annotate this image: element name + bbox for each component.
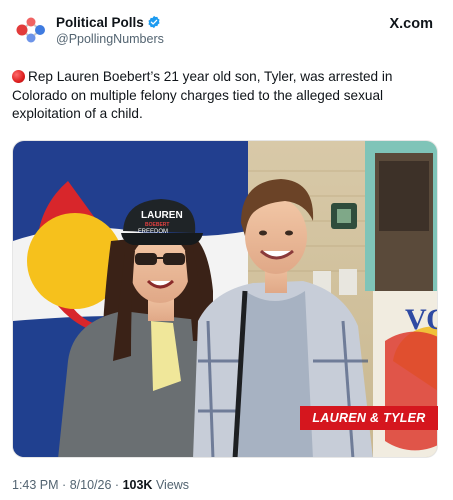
account-handle[interactable]: @PpollingNumbers — [56, 32, 164, 46]
meta-separator-2: · — [114, 478, 120, 492]
views-count: 103K — [122, 478, 153, 492]
vote-sign-text: VO — [405, 303, 438, 336]
display-name[interactable]: Political Polls — [56, 15, 144, 30]
tweet-time[interactable]: 1:43 PM — [12, 478, 59, 492]
tweet-header: Political Polls @PpollingNumbers X.com — [12, 10, 441, 50]
tweet-body: Rep Lauren Boebert’s 21 year old son, Ty… — [12, 69, 393, 121]
name-row: Political Polls — [56, 15, 164, 30]
cap-text-line3: FREEDOM — [138, 229, 168, 235]
verified-badge-icon — [147, 15, 161, 29]
tweet-date[interactable]: 8/10/26 — [70, 478, 112, 492]
cap-text-line1: LAUREN — [141, 210, 183, 221]
tweet-card: Political Polls @PpollingNumbers X.com R… — [0, 0, 453, 500]
tweet-meta: 1:43 PM · 8/10/26 · 103K Views — [12, 478, 189, 492]
photo-caption-badge: LAUREN & TYLER — [300, 406, 438, 430]
cap-text-line2: BOEBERT — [145, 222, 169, 228]
avatar[interactable] — [12, 11, 50, 49]
political-polls-logo-icon — [16, 17, 45, 43]
meta-separator: · — [62, 478, 67, 492]
red-circle-icon — [12, 70, 25, 83]
tweet-text: Rep Lauren Boebert’s 21 year old son, Ty… — [12, 68, 432, 124]
views-label: Views — [155, 478, 190, 492]
platform-name: X.com — [389, 16, 433, 32]
x-logo[interactable]: X.com — [389, 16, 433, 32]
account-names: Political Polls @PpollingNumbers — [56, 15, 164, 46]
